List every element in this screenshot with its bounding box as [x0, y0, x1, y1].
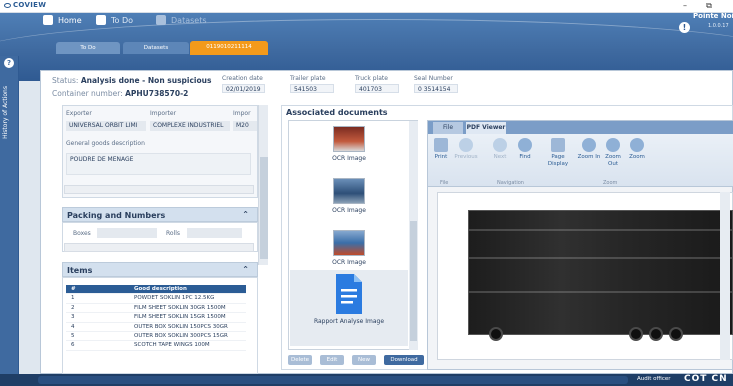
packing-hscrollbar[interactable] — [64, 243, 254, 252]
binoculars-icon — [518, 138, 532, 152]
zoom-in-icon — [582, 138, 596, 152]
packing-header[interactable]: Packing and Numbers ⌃ — [62, 207, 258, 222]
truck-plate-value: 401703 — [355, 84, 399, 93]
previous-icon — [459, 138, 473, 152]
edit-button[interactable]: Edit — [320, 355, 344, 365]
pdf-scrollbar[interactable] — [720, 192, 730, 360]
tab-todo[interactable]: To Do — [56, 42, 120, 54]
next-icon — [493, 138, 507, 152]
goods-label: General goods description — [66, 140, 145, 147]
history-toggle-icon[interactable]: ? — [4, 58, 14, 68]
table-header-row: # Good description — [66, 285, 246, 295]
zoom-in-button[interactable]: Zoom In — [577, 138, 601, 161]
tab-datasets[interactable]: Datasets — [123, 42, 189, 54]
import-label: Impor — [233, 110, 251, 117]
status-row: Status: Analysis done - Non suspicious — [52, 76, 212, 85]
user-role: Audit officer — [637, 376, 671, 382]
group-file-label: File — [440, 180, 449, 186]
tab-dataset-active[interactable]: 0119010211114 — [190, 41, 268, 55]
importer-value: COMPLEXE INDUSTRIEL — [150, 121, 230, 131]
print-icon — [434, 138, 448, 152]
exporter-value: UNIVERSAL ORBIT LIMI — [66, 121, 146, 131]
goods-description: POUDRE DE MENAGE — [66, 153, 251, 175]
collapse-icon[interactable]: ⌃ — [242, 210, 249, 219]
container-number: APHU738570-2 — [125, 89, 189, 98]
print-button[interactable]: Print — [429, 138, 453, 161]
details-scrollbar[interactable] — [258, 105, 268, 265]
app-version: 1.0.0.17 — [708, 23, 729, 29]
tab-pdf-viewer[interactable]: PDF Viewer — [466, 122, 506, 134]
nav-todo[interactable]: To Do — [96, 13, 133, 27]
items-header[interactable]: Items ⌃ — [62, 262, 258, 277]
group-navigation-label: Navigation — [497, 180, 524, 186]
zoom-out-button[interactable]: Zoom Out — [601, 138, 625, 168]
page-display-icon — [551, 138, 565, 152]
todo-icon — [96, 15, 106, 25]
trailer-plate-field: Trailer plate 541503 — [290, 75, 334, 93]
eye-icon — [4, 3, 11, 8]
profile-city: Pointe Noire — [693, 12, 733, 20]
page-display-button[interactable]: Page Display — [542, 138, 574, 168]
find-button[interactable]: Find — [513, 138, 537, 161]
nav-datasets[interactable]: Datasets — [156, 13, 207, 27]
xray-scan-image — [468, 210, 733, 341]
home-icon — [43, 15, 53, 25]
creation-date-value: 02/01/2019 — [222, 84, 265, 93]
document-list-scrollbar[interactable] — [409, 121, 418, 350]
document-item[interactable]: OCR Image — [290, 178, 408, 214]
table-row[interactable]: 5 OUTER BOX SOKLIN 300PCS 15GR — [66, 332, 246, 342]
history-sidebar-label: History of Actions — [2, 86, 9, 139]
table-row[interactable]: 6 SCOTCH TAPE WINGS 100M — [66, 341, 246, 351]
zoom-out-icon — [606, 138, 620, 152]
collapse-icon[interactable]: ⌃ — [242, 265, 249, 274]
ocr-image-thumbnail — [333, 230, 365, 256]
download-button[interactable]: Download — [384, 355, 424, 365]
document-item-selected[interactable]: Rapport Analyse Image — [290, 270, 408, 346]
creation-date-field: Creation date 02/01/2019 — [222, 75, 265, 93]
restore-button[interactable]: ⧉ — [700, 0, 718, 12]
rolls-field[interactable] — [187, 228, 242, 238]
items-table: # Good description 1 POWDET SOKLIN 1PC 12… — [66, 285, 246, 351]
truck-plate-field: Truck plate 401703 — [355, 75, 399, 93]
seal-number-field: Seal Number 0 3514154 — [414, 75, 458, 93]
import-value: M20 — [233, 121, 257, 131]
boxes-field[interactable] — [97, 228, 157, 238]
report-document-icon — [336, 274, 362, 314]
new-button[interactable]: New — [352, 355, 376, 365]
user-info-icon[interactable]: ! — [679, 22, 690, 33]
group-zoom-label: Zoom — [603, 180, 618, 186]
table-row[interactable]: 3 FILM SHEET SOKLIN 15GR 1500M — [66, 313, 246, 323]
ocr-image-thumbnail — [333, 178, 365, 204]
datasets-icon — [156, 15, 166, 25]
importer-label: Importer — [150, 110, 177, 117]
minimize-button[interactable]: – — [676, 0, 694, 12]
rolls-label: Rolls — [166, 230, 181, 237]
table-row[interactable]: 2 FILM SHEET SOKLIN 30GR 1500M — [66, 304, 246, 314]
status-bar — [0, 374, 733, 386]
status-value: Analysis done - Non suspicious — [80, 76, 212, 85]
window-titlebar: COVIEW – ⧉ — [0, 0, 733, 13]
trailer-plate-value: 541503 — [290, 84, 334, 93]
exporter-label: Exporter — [66, 110, 92, 117]
app-logo: COVIEW — [4, 1, 46, 9]
table-row[interactable]: 4 OUTER BOX SOKLIN 150PCS 30GR — [66, 323, 246, 332]
history-sidebar[interactable]: ? History of Actions — [0, 56, 19, 374]
nav-home[interactable]: Home — [43, 13, 82, 27]
brand-logo: COT CN — [684, 374, 728, 384]
zoom-button[interactable]: Zoom — [625, 138, 649, 161]
document-item[interactable]: OCR Image — [290, 126, 408, 162]
shipment-hscrollbar[interactable] — [64, 185, 254, 194]
associated-documents-title: Associated documents — [286, 108, 388, 117]
previous-button[interactable]: Previous — [454, 138, 478, 161]
table-row[interactable]: 1 POWDET SOKLIN 1PC 12.5KG — [66, 294, 246, 304]
zoom-icon — [630, 138, 644, 152]
boxes-label: Boxes — [73, 230, 91, 237]
delete-button[interactable]: Delete — [288, 355, 312, 365]
next-button[interactable]: Next — [488, 138, 512, 161]
document-item[interactable]: OCR Image — [290, 230, 408, 266]
tab-file[interactable]: File — [433, 122, 463, 134]
container-row: Container number: APHU738570-2 — [52, 89, 189, 98]
seal-number-value: 0 3514154 — [414, 84, 458, 93]
ocr-image-thumbnail — [333, 126, 365, 152]
